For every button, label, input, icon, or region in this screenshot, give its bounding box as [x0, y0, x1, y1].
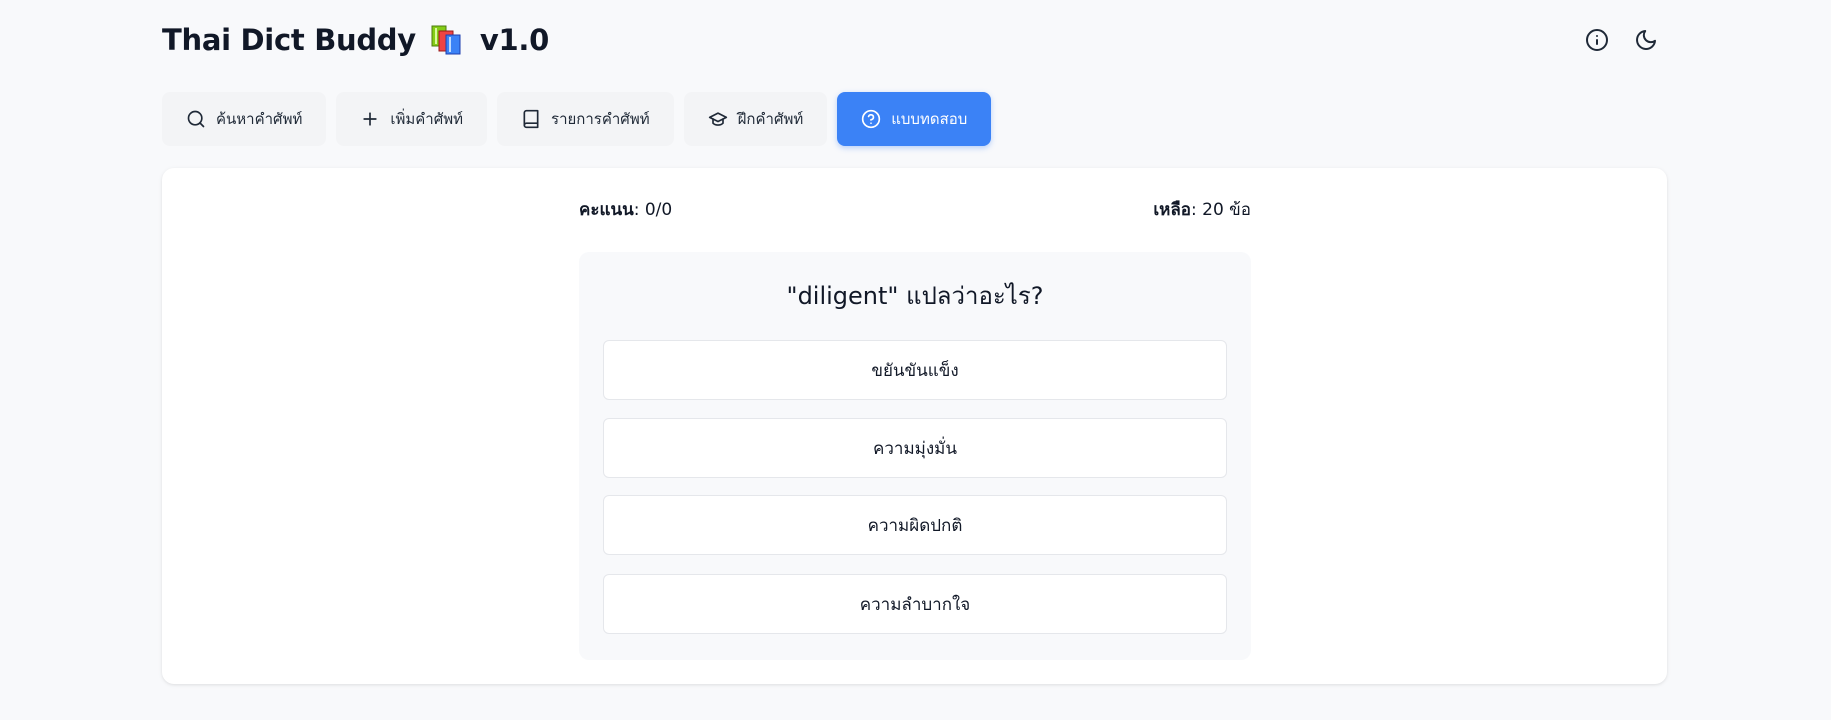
info-icon: [1586, 29, 1608, 51]
moon-icon: [1636, 30, 1656, 50]
score-value: : 0/0: [633, 200, 673, 220]
info-button[interactable]: [1579, 22, 1615, 58]
app-name: Thai Dict Buddy: [162, 23, 416, 57]
score: คะแนน: 0/0: [579, 196, 672, 223]
answer-option-2[interactable]: ความมุ่งมั่น: [603, 418, 1227, 478]
answer-option-4[interactable]: ความลำบากใจ: [603, 574, 1227, 634]
quiz-panel: "diligent" แปลว่าอะไร? ขยันขันแข็ง ความม…: [579, 252, 1251, 660]
theme-toggle-button[interactable]: [1628, 22, 1664, 58]
tab-label: เพิ่มคำศัพท์: [390, 110, 464, 128]
tab-quiz[interactable]: แบบทดสอบ: [837, 92, 992, 146]
remaining: เหลือ: 20 ข้อ: [1153, 196, 1251, 223]
app-title: Thai Dict Buddy v1.0: [162, 23, 549, 57]
answer-option-3[interactable]: ความผิดปกติ: [603, 495, 1227, 555]
tab-label: ค้นหาคำศัพท์: [216, 110, 303, 128]
tab-list[interactable]: รายการคำศัพท์: [497, 92, 674, 146]
tab-practice[interactable]: ฝึกคำศัพท์: [683, 92, 828, 146]
main-nav: ค้นหาคำศัพท์ เพิ่มคำศัพท์ รายการคำศัพท์ …: [162, 92, 992, 146]
tab-label: ฝึกคำศัพท์: [737, 110, 804, 128]
graduation-cap-icon: [708, 112, 727, 126]
plus-icon: [363, 112, 378, 126]
remaining-value: : 20 ข้อ: [1191, 200, 1251, 220]
quiz-question: "diligent" แปลว่าอะไร?: [786, 282, 1044, 310]
app-version: v1.0: [479, 23, 549, 57]
tab-label: แบบทดสอบ: [891, 110, 968, 128]
tab-add[interactable]: เพิ่มคำศัพท์: [336, 92, 488, 146]
answer-option-1[interactable]: ขยันขันแข็ง: [603, 340, 1227, 400]
score-label: คะแนน: [579, 200, 634, 220]
remaining-label: เหลือ: [1153, 200, 1191, 220]
app-header: Thai Dict Buddy v1.0: [162, 20, 1667, 64]
quiz-stats: คะแนน: 0/0 เหลือ: 20 ข้อ: [579, 196, 1251, 223]
book-icon: [523, 109, 539, 129]
books-icon: [430, 24, 464, 56]
tab-search[interactable]: ค้นหาคำศัพท์: [162, 92, 327, 146]
search-icon: [187, 110, 205, 128]
help-circle-icon: [862, 109, 881, 129]
tab-label: รายการคำศัพท์: [551, 110, 650, 128]
quiz-card: คะแนน: 0/0 เหลือ: 20 ข้อ "diligent" แปลว…: [162, 168, 1667, 684]
